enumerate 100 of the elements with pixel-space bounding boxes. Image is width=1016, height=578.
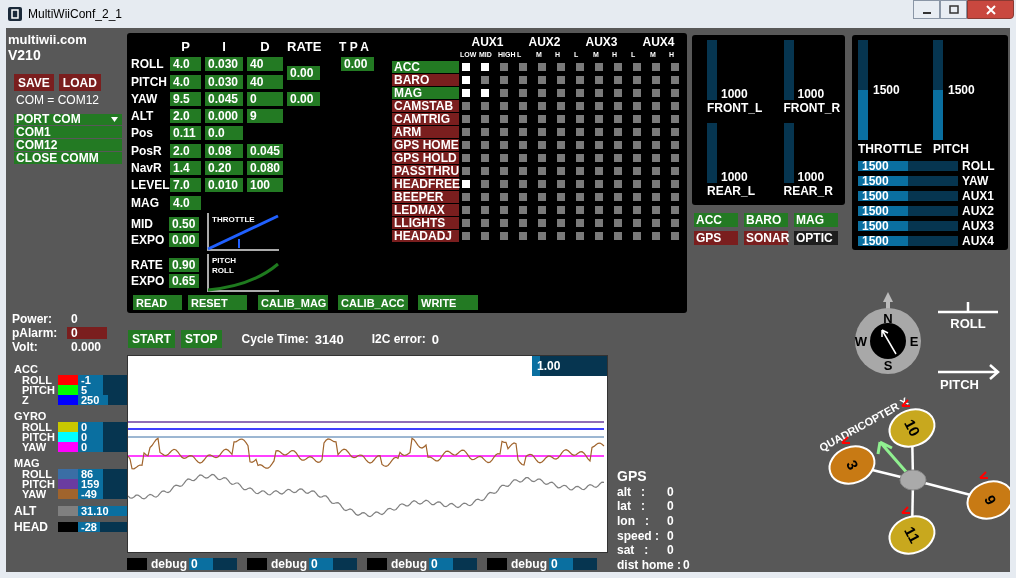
pid-field[interactable]: 2.0 <box>170 109 201 124</box>
mode-toggle[interactable] <box>538 115 546 123</box>
mode-toggle[interactable] <box>633 232 641 240</box>
mode-toggle[interactable] <box>671 141 679 149</box>
mode-toggle[interactable] <box>538 206 546 214</box>
mode-toggle[interactable] <box>652 63 660 71</box>
mode-toggle[interactable] <box>500 193 508 201</box>
pid-field[interactable]: 0.030 <box>205 74 243 89</box>
mode-toggle[interactable] <box>519 102 527 110</box>
mode-toggle[interactable] <box>633 76 641 84</box>
monitor-button[interactable]: START <box>128 330 176 348</box>
mode-toggle[interactable] <box>481 102 489 110</box>
mode-toggle[interactable] <box>481 180 489 188</box>
mode-toggle[interactable] <box>671 206 679 214</box>
curve-field[interactable]: 0.50 <box>169 216 199 231</box>
mode-toggle[interactable] <box>671 219 679 227</box>
mode-toggle[interactable] <box>671 102 679 110</box>
mode-toggle[interactable] <box>557 128 565 136</box>
close-button[interactable] <box>967 0 1014 19</box>
mode-toggle[interactable] <box>500 115 508 123</box>
mode-toggle[interactable] <box>633 141 641 149</box>
mode-toggle[interactable] <box>500 63 508 71</box>
mode-toggle[interactable] <box>519 141 527 149</box>
mode-toggle[interactable] <box>652 76 660 84</box>
pid-field[interactable]: 4.0 <box>170 195 201 210</box>
mode-toggle[interactable] <box>671 115 679 123</box>
mode-toggle[interactable] <box>519 219 527 227</box>
mode-toggle[interactable] <box>671 63 679 71</box>
mode-toggle[interactable] <box>614 89 622 97</box>
mode-toggle[interactable] <box>652 89 660 97</box>
mode-toggle[interactable] <box>500 219 508 227</box>
mode-toggle[interactable] <box>481 232 489 240</box>
mode-toggle[interactable] <box>538 180 546 188</box>
action-button[interactable]: READ <box>133 295 182 310</box>
mode-toggle[interactable] <box>500 76 508 84</box>
pid-field[interactable]: 0.045 <box>247 143 283 158</box>
mode-toggle[interactable] <box>614 167 622 175</box>
pid-field[interactable]: 0.080 <box>247 161 283 176</box>
mode-toggle[interactable] <box>462 167 470 175</box>
pid-field[interactable]: 0.010 <box>205 178 243 193</box>
pid-field[interactable]: 4.0 <box>170 74 201 89</box>
mode-toggle[interactable] <box>652 128 660 136</box>
mode-toggle[interactable] <box>557 219 565 227</box>
action-button[interactable]: CALIB_MAG <box>258 295 328 310</box>
mode-toggle[interactable] <box>481 167 489 175</box>
curve-field[interactable]: 0.00 <box>169 232 199 247</box>
mode-toggle[interactable] <box>557 167 565 175</box>
file-button[interactable]: SAVE <box>14 74 54 91</box>
port-menu-item[interactable]: COM12 <box>14 139 122 151</box>
mode-toggle[interactable] <box>462 232 470 240</box>
mode-toggle[interactable] <box>557 63 565 71</box>
mode-toggle[interactable] <box>576 115 584 123</box>
mode-toggle[interactable] <box>633 193 641 201</box>
mode-toggle[interactable] <box>500 206 508 214</box>
mode-toggle[interactable] <box>614 115 622 123</box>
pid-field[interactable]: 40 <box>247 57 283 72</box>
mode-toggle[interactable] <box>652 167 660 175</box>
mode-toggle[interactable] <box>576 167 584 175</box>
mode-toggle[interactable] <box>519 89 527 97</box>
mode-toggle[interactable] <box>614 63 622 71</box>
rate-field[interactable]: 0.00 <box>287 65 320 80</box>
mode-toggle[interactable] <box>576 63 584 71</box>
file-button[interactable]: LOAD <box>58 74 101 91</box>
mode-toggle[interactable] <box>557 180 565 188</box>
mode-toggle[interactable] <box>462 89 470 97</box>
pid-field[interactable]: 0.0 <box>205 126 243 141</box>
mode-toggle[interactable] <box>652 206 660 214</box>
mode-toggle[interactable] <box>538 141 546 149</box>
mode-toggle[interactable] <box>538 63 546 71</box>
mode-toggle[interactable] <box>633 167 641 175</box>
mode-toggle[interactable] <box>481 128 489 136</box>
mode-toggle[interactable] <box>595 232 603 240</box>
mode-toggle[interactable] <box>576 89 584 97</box>
mode-toggle[interactable] <box>595 128 603 136</box>
mode-toggle[interactable] <box>595 115 603 123</box>
curve-field[interactable]: 0.90 <box>169 257 199 272</box>
mode-toggle[interactable] <box>614 128 622 136</box>
port-menu-item[interactable]: CLOSE COMM <box>14 152 122 164</box>
mode-toggle[interactable] <box>519 167 527 175</box>
pid-field[interactable]: 0.20 <box>205 161 243 176</box>
mode-toggle[interactable] <box>557 154 565 162</box>
mode-toggle[interactable] <box>519 193 527 201</box>
mode-toggle[interactable] <box>652 154 660 162</box>
mode-toggle[interactable] <box>652 141 660 149</box>
mode-toggle[interactable] <box>462 76 470 84</box>
action-button[interactable]: CALIB_ACC <box>338 295 408 310</box>
mode-toggle[interactable] <box>671 180 679 188</box>
mode-toggle[interactable] <box>557 141 565 149</box>
mode-toggle[interactable] <box>500 128 508 136</box>
mode-toggle[interactable] <box>671 232 679 240</box>
mode-toggle[interactable] <box>481 141 489 149</box>
port-menu-item[interactable]: COM1 <box>14 126 122 138</box>
mode-toggle[interactable] <box>538 102 546 110</box>
mode-toggle[interactable] <box>519 128 527 136</box>
mode-toggle[interactable] <box>481 154 489 162</box>
mode-toggle[interactable] <box>671 76 679 84</box>
mode-toggle[interactable] <box>576 193 584 201</box>
mode-toggle[interactable] <box>500 141 508 149</box>
mode-toggle[interactable] <box>462 154 470 162</box>
mode-toggle[interactable] <box>633 154 641 162</box>
